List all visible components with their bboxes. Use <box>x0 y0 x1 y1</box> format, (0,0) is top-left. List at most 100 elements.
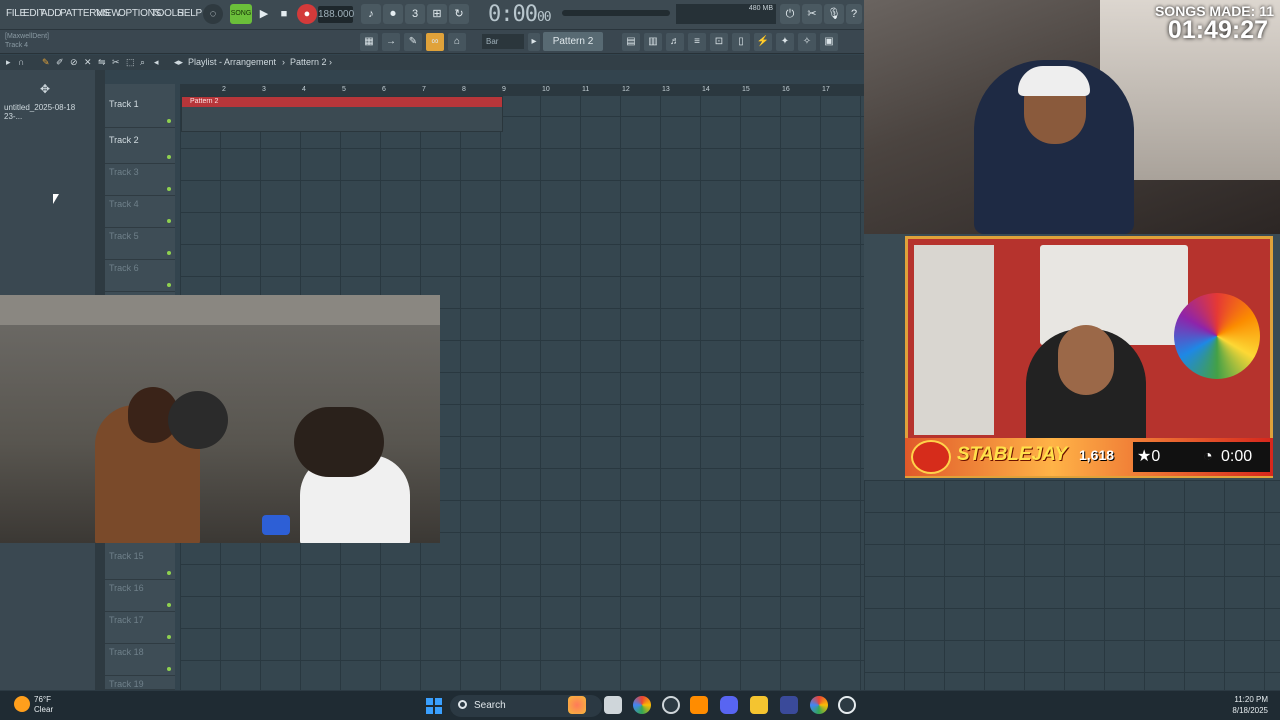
mixer-icon[interactable]: ≡ <box>688 33 706 51</box>
pattern-arrow-icon[interactable]: ▸ <box>528 33 540 51</box>
pencil-icon[interactable]: ✎ <box>42 57 50 68</box>
follower-count: 1,618 <box>1079 447 1115 463</box>
windows-taskbar: 76°F Clear Search 11:20 PM 8/18/2025 <box>0 690 1280 720</box>
countdown-icon[interactable]: 3 <box>405 4 425 24</box>
balloons-app-icon[interactable] <box>568 696 586 714</box>
menu-add[interactable]: ADD <box>41 8 62 19</box>
media-player-icon[interactable] <box>838 696 856 714</box>
weather-widget[interactable]: 76°F Clear <box>34 695 53 715</box>
track-header[interactable]: Track 17 <box>105 612 175 644</box>
track-mute-led-icon[interactable] <box>167 251 171 255</box>
track-mute-led-icon[interactable] <box>167 571 171 575</box>
chrome-icon[interactable] <box>633 696 651 714</box>
microphone-icon[interactable]: 🎙 <box>824 4 844 24</box>
track-header[interactable]: Track 16 <box>105 580 175 612</box>
zoom-icon[interactable]: ⌕ <box>140 57 145 68</box>
ruler-mark: 6 <box>382 86 386 93</box>
speaker-icon[interactable]: ◂ <box>154 57 159 68</box>
online-icon[interactable]: ⏻ <box>780 4 800 24</box>
weather-sun-icon[interactable] <box>14 696 30 712</box>
pattern-selector[interactable]: Pattern 2 <box>543 32 603 51</box>
help-icon[interactable]: ? <box>846 4 862 24</box>
track-header[interactable]: Track 2 <box>105 132 175 164</box>
track-header[interactable]: Track 1 <box>105 96 175 128</box>
mute-icon[interactable]: ✕ <box>84 57 92 68</box>
app-icon[interactable] <box>780 696 798 714</box>
nav-arrows-icon[interactable]: ◂▸ <box>174 57 183 68</box>
track-mute-led-icon[interactable] <box>167 219 171 223</box>
start-button-icon[interactable] <box>426 698 442 714</box>
search-icon <box>458 700 467 709</box>
step-edit-icon[interactable]: ⊞ <box>427 4 447 24</box>
stop-icon[interactable]: ■ <box>274 4 294 24</box>
link-icon[interactable]: ∞ <box>426 33 444 51</box>
slice-icon[interactable]: ✂ <box>112 57 120 68</box>
system-clock[interactable]: 11:20 PM 8/18/2025 <box>1232 694 1268 716</box>
track-name: Track 6 <box>109 263 139 273</box>
track-header[interactable]: Track 19 <box>105 676 175 690</box>
track-mute-led-icon[interactable] <box>167 283 171 287</box>
task-view-icon[interactable] <box>604 696 622 714</box>
browser-item-project[interactable]: untitled_2025-08-18 23-... <box>4 103 95 121</box>
track-header[interactable]: Track 18 <box>105 644 175 676</box>
tool-icon[interactable]: ✦ <box>776 33 794 51</box>
snap-selector[interactable]: Bar <box>482 34 524 49</box>
recording-dial-icon[interactable]: ◌ <box>203 4 223 24</box>
discord-icon[interactable] <box>720 696 738 714</box>
piano-icon[interactable]: ▦ <box>360 33 378 51</box>
track-header[interactable]: Track 5 <box>105 228 175 260</box>
browser-icon[interactable]: ⊡ <box>710 33 728 51</box>
master-volume-slider[interactable] <box>562 10 670 16</box>
obs-icon[interactable] <box>662 696 680 714</box>
track-header[interactable]: Track 4 <box>105 196 175 228</box>
pattern-clip[interactable]: Pattern 2 <box>181 96 503 132</box>
search-label: Search <box>474 700 506 711</box>
arrow-right-icon[interactable]: → <box>382 33 400 51</box>
paint-icon[interactable]: ✐ <box>56 57 64 68</box>
file-icon[interactable]: ▯ <box>732 33 750 51</box>
plugin-icon[interactable]: ⚡ <box>754 33 772 51</box>
metronome-icon[interactable]: ♪ <box>361 4 381 24</box>
track-header[interactable]: Track 3 <box>105 164 175 196</box>
brush-icon[interactable]: ✎ <box>404 33 422 51</box>
playlist-icon[interactable]: ▤ <box>622 33 640 51</box>
track-mute-led-icon[interactable] <box>167 119 171 123</box>
timeline-ruler[interactable]: 2 3 4 5 6 7 8 9 10 11 12 13 14 15 16 17 <box>180 84 864 96</box>
breadcrumb-separator: › <box>282 57 285 67</box>
fl-studio-icon[interactable] <box>690 696 708 714</box>
track-mute-led-icon[interactable] <box>167 635 171 639</box>
template-icon[interactable]: ✧ <box>798 33 816 51</box>
channel-rack-icon[interactable]: ▥ <box>644 33 662 51</box>
chrome-profile-icon[interactable] <box>810 696 828 714</box>
track-header[interactable]: Track 6 <box>105 260 175 292</box>
loop-record-icon[interactable]: ↻ <box>449 4 469 24</box>
tempo-display[interactable]: 188.000 <box>318 6 354 23</box>
piano-roll-icon[interactable]: ♬ <box>666 33 684 51</box>
menu-view[interactable]: VIEW <box>96 8 121 19</box>
file-explorer-icon[interactable] <box>750 696 768 714</box>
clock-time: 11:20 PM <box>1234 695 1268 704</box>
track-mute-led-icon[interactable] <box>167 155 171 159</box>
stamp-icon[interactable]: ⌂ <box>448 33 466 51</box>
play-icon[interactable]: ▶ <box>254 4 274 24</box>
delete-icon[interactable]: ⊘ <box>70 57 78 68</box>
track-name: Track 3 <box>109 167 139 177</box>
cut-icon[interactable]: ✂ <box>802 4 822 24</box>
track-mute-led-icon[interactable] <box>167 667 171 671</box>
breadcrumb-playlist[interactable]: Playlist - Arrangement <box>188 57 276 67</box>
menu-arrow-icon[interactable]: ▸ <box>6 57 11 68</box>
render-icon[interactable]: ▣ <box>820 33 838 51</box>
browser-move-icon[interactable]: ✥ <box>40 82 50 96</box>
record-icon[interactable]: ● <box>297 4 317 24</box>
breadcrumb-pattern[interactable]: Pattern 2 <box>290 57 327 67</box>
track-mute-led-icon[interactable] <box>167 187 171 191</box>
select-icon[interactable]: ⬚ <box>126 57 135 68</box>
song-mode-button[interactable]: SONG <box>230 4 252 24</box>
track-mute-led-icon[interactable] <box>167 603 171 607</box>
track-header[interactable]: Track 15 <box>105 548 175 580</box>
slip-icon[interactable]: ⇋ <box>98 57 106 68</box>
hint-bar: [MaxwellDent] Track 4 <box>5 32 49 50</box>
menu-help[interactable]: HELP <box>177 8 202 19</box>
wait-record-icon[interactable]: ⏺ <box>383 4 403 24</box>
magnet-icon[interactable]: ∩ <box>18 57 24 67</box>
